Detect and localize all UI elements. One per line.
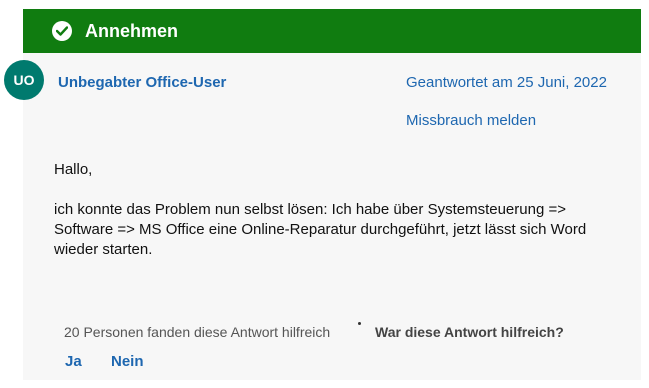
helpful-no-button[interactable]: Nein bbox=[111, 353, 144, 371]
answer-greeting: Hallo, bbox=[54, 161, 93, 178]
separator-dot bbox=[358, 322, 361, 325]
answer-body: Hallo, ich konnte das Problem nun selbst… bbox=[54, 160, 594, 280]
answer-text: ich konnte das Problem nun selbst lösen:… bbox=[54, 201, 587, 258]
accept-answer-button[interactable]: Annehmen bbox=[23, 9, 641, 53]
report-abuse-link[interactable]: Missbrauch melden bbox=[406, 112, 536, 130]
check-circle-icon bbox=[52, 21, 72, 41]
helpful-yes-button[interactable]: Ja bbox=[65, 353, 82, 371]
accept-answer-label: Annehmen bbox=[85, 21, 179, 41]
helpful-count: 20 Personen fanden diese Antwort hilfrei… bbox=[64, 324, 331, 340]
avatar[interactable]: UO bbox=[4, 60, 44, 100]
answered-date-link[interactable]: Geantwortet am 25 Juni, 2022 bbox=[406, 74, 607, 92]
author-name-link[interactable]: Unbegabter Office-User bbox=[58, 74, 226, 92]
helpful-question: War diese Antwort hilfreich? bbox=[375, 324, 564, 340]
